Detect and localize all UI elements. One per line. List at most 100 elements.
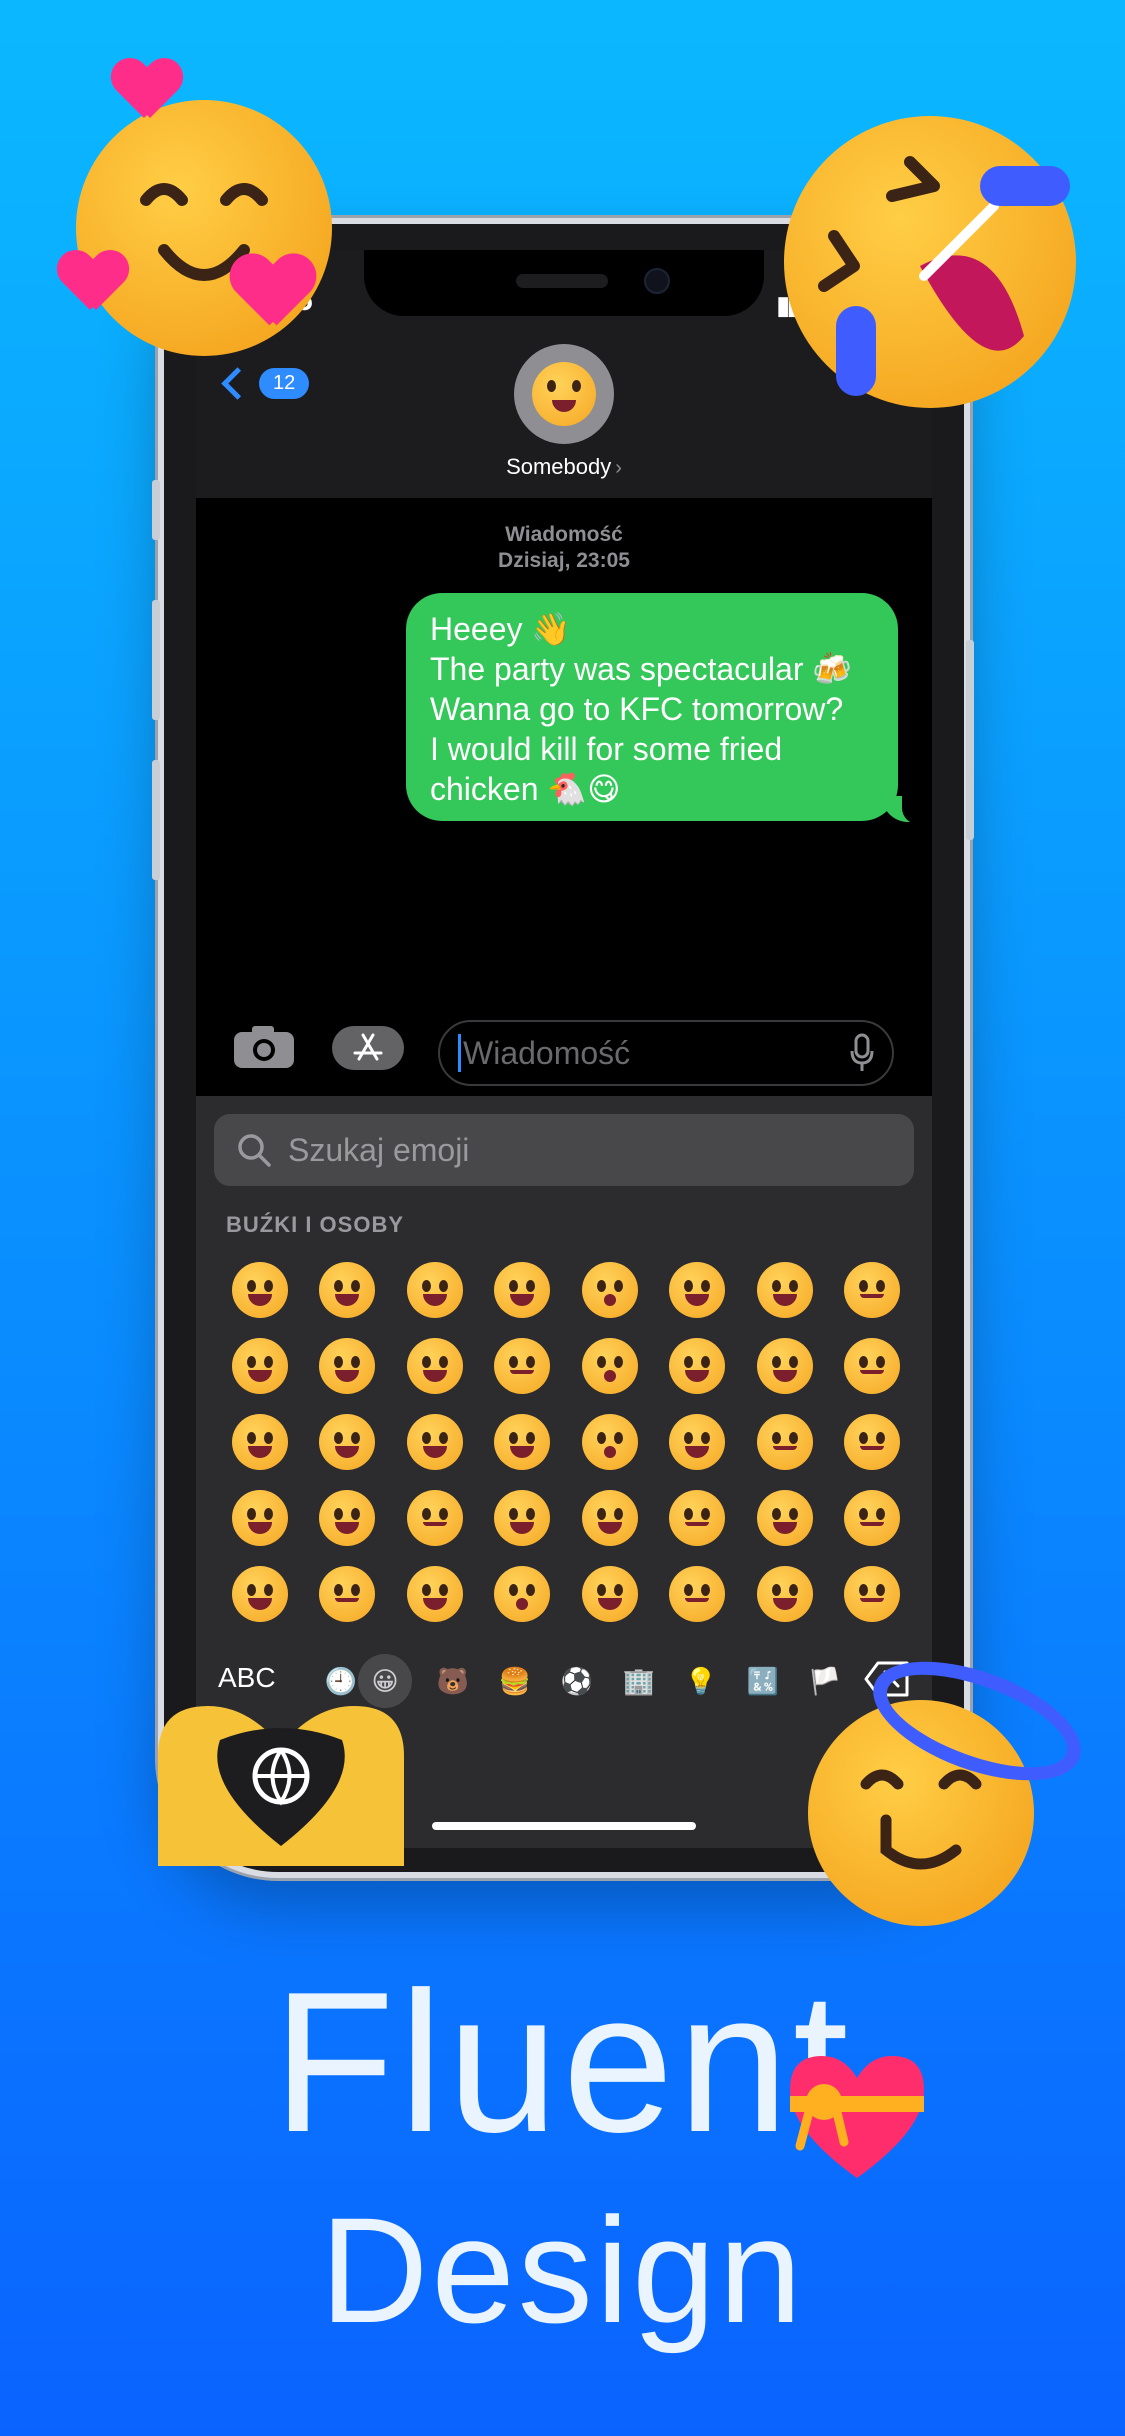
camera-button[interactable]	[232, 1024, 296, 1070]
face-emoji-icon	[581, 1262, 638, 1318]
emoji-key[interactable]	[216, 1252, 304, 1328]
emoji-key[interactable]	[391, 1252, 479, 1328]
heart-hands-icon	[158, 1706, 404, 1866]
contact-avatar[interactable]	[514, 344, 614, 444]
face-emoji-icon	[669, 1414, 726, 1470]
travel-category-icon[interactable]: 🏢	[622, 1664, 656, 1698]
speaker-grille	[516, 274, 608, 288]
emoji-key[interactable]	[654, 1328, 742, 1404]
emoji-key[interactable]	[741, 1556, 829, 1632]
emoji-row	[216, 1480, 916, 1556]
emoji-key[interactable]	[216, 1404, 304, 1480]
emoji-key[interactable]	[829, 1252, 917, 1328]
text-caret	[458, 1034, 461, 1072]
emoji-key[interactable]	[741, 1328, 829, 1404]
emoji-key[interactable]	[741, 1480, 829, 1556]
face-emoji-icon	[406, 1490, 463, 1546]
emoji-row	[216, 1252, 916, 1328]
back-button[interactable]: 12	[221, 367, 310, 400]
emoji-key[interactable]	[829, 1328, 917, 1404]
contact-name-button[interactable]: Somebody ›	[196, 454, 932, 480]
emoji-key[interactable]	[304, 1328, 392, 1404]
emoji-key[interactable]	[741, 1404, 829, 1480]
phone-side-button	[152, 760, 160, 880]
emoji-key[interactable]	[216, 1328, 304, 1404]
face-emoji-icon	[319, 1338, 376, 1394]
face-emoji-icon	[231, 1262, 288, 1318]
app-store-button[interactable]	[332, 1026, 404, 1070]
heart-icon	[112, 60, 182, 122]
sent-message-bubble[interactable]: Heeey 👋 The party was spectacular 🍻 Wann…	[406, 593, 898, 821]
emoji-key[interactable]	[479, 1556, 567, 1632]
face-emoji-icon	[581, 1338, 638, 1394]
emoji-key[interactable]	[566, 1480, 654, 1556]
face-emoji-icon	[756, 1490, 813, 1546]
emoji-key[interactable]	[654, 1480, 742, 1556]
emoji-key[interactable]	[479, 1328, 567, 1404]
emoji-key[interactable]	[304, 1404, 392, 1480]
emoji-key[interactable]	[479, 1252, 567, 1328]
emoji-key[interactable]	[829, 1480, 917, 1556]
flags-category-icon[interactable]: 🏳️	[808, 1664, 842, 1698]
gift-heart-emoji-icon	[780, 2050, 934, 2182]
front-camera	[644, 268, 670, 294]
message-type-label: Wiadomość	[505, 523, 623, 546]
message-timestamp: Wiadomość Dzisiaj, 23:05	[196, 522, 932, 574]
emoji-row	[216, 1328, 916, 1404]
tear-drop-icon	[836, 306, 876, 396]
objects-category-icon[interactable]: 💡	[684, 1664, 718, 1698]
emoji-key[interactable]	[216, 1556, 304, 1632]
face-emoji-icon	[581, 1414, 638, 1470]
emoji-key[interactable]	[304, 1480, 392, 1556]
emoji-key[interactable]	[654, 1404, 742, 1480]
face-emoji-icon	[494, 1262, 551, 1318]
emoji-key[interactable]	[741, 1252, 829, 1328]
emoji-key[interactable]	[566, 1328, 654, 1404]
emoji-key[interactable]	[391, 1404, 479, 1480]
emoji-key[interactable]	[391, 1328, 479, 1404]
emoji-search-input[interactable]: Szukaj emoji	[214, 1114, 914, 1186]
emoji-key[interactable]	[304, 1252, 392, 1328]
message-time: Dzisiaj, 23:05	[498, 549, 630, 572]
emoji-key[interactable]	[391, 1556, 479, 1632]
face-emoji-icon	[406, 1262, 463, 1318]
chevron-right-icon: ›	[615, 457, 622, 479]
emoji-key[interactable]	[566, 1556, 654, 1632]
search-icon	[238, 1134, 271, 1167]
microphone-icon[interactable]	[850, 1033, 874, 1073]
message-input[interactable]: Wiadomość	[438, 1020, 894, 1086]
face-emoji-icon	[494, 1490, 551, 1546]
face-emoji-icon	[669, 1338, 726, 1394]
phone-screen: 5 ▮▮ 12 Somebody› Wiadomość Dzisiaj, 23:…	[196, 250, 932, 1848]
emoji-key[interactable]	[479, 1480, 567, 1556]
face-emoji-icon	[844, 1566, 901, 1622]
emoji-key[interactable]	[654, 1252, 742, 1328]
sports-category-icon[interactable]: ⚽	[560, 1664, 594, 1698]
face-emoji-icon	[319, 1566, 376, 1622]
emoji-key[interactable]	[829, 1556, 917, 1632]
headline-subtitle: Design	[320, 2186, 805, 2354]
emoji-key[interactable]	[304, 1556, 392, 1632]
symbols-category-icon[interactable]: 🔣	[746, 1664, 780, 1698]
face-emoji-icon	[756, 1262, 813, 1318]
face-emoji-icon	[319, 1414, 376, 1470]
emoji-category-title: BUŹKI I OSOBY	[226, 1212, 405, 1237]
emoji-key[interactable]	[216, 1480, 304, 1556]
face-emoji-icon	[231, 1566, 288, 1622]
face-emoji-icon	[581, 1490, 638, 1546]
phone-side-button	[966, 640, 974, 840]
chevron-left-icon	[221, 367, 254, 400]
emoji-key[interactable]	[654, 1556, 742, 1632]
animals-category-icon[interactable]: 🐻	[436, 1664, 470, 1698]
emoji-key[interactable]	[566, 1404, 654, 1480]
emoji-key[interactable]	[479, 1404, 567, 1480]
face-emoji-icon	[231, 1490, 288, 1546]
face-emoji-icon	[756, 1566, 813, 1622]
message-placeholder: Wiadomość	[463, 1034, 631, 1071]
emoji-key[interactable]	[829, 1404, 917, 1480]
face-emoji-icon	[406, 1338, 463, 1394]
food-category-icon[interactable]: 🍔	[498, 1664, 532, 1698]
emoji-key[interactable]	[566, 1252, 654, 1328]
emoji-key[interactable]	[391, 1480, 479, 1556]
face-emoji-icon	[756, 1338, 813, 1394]
